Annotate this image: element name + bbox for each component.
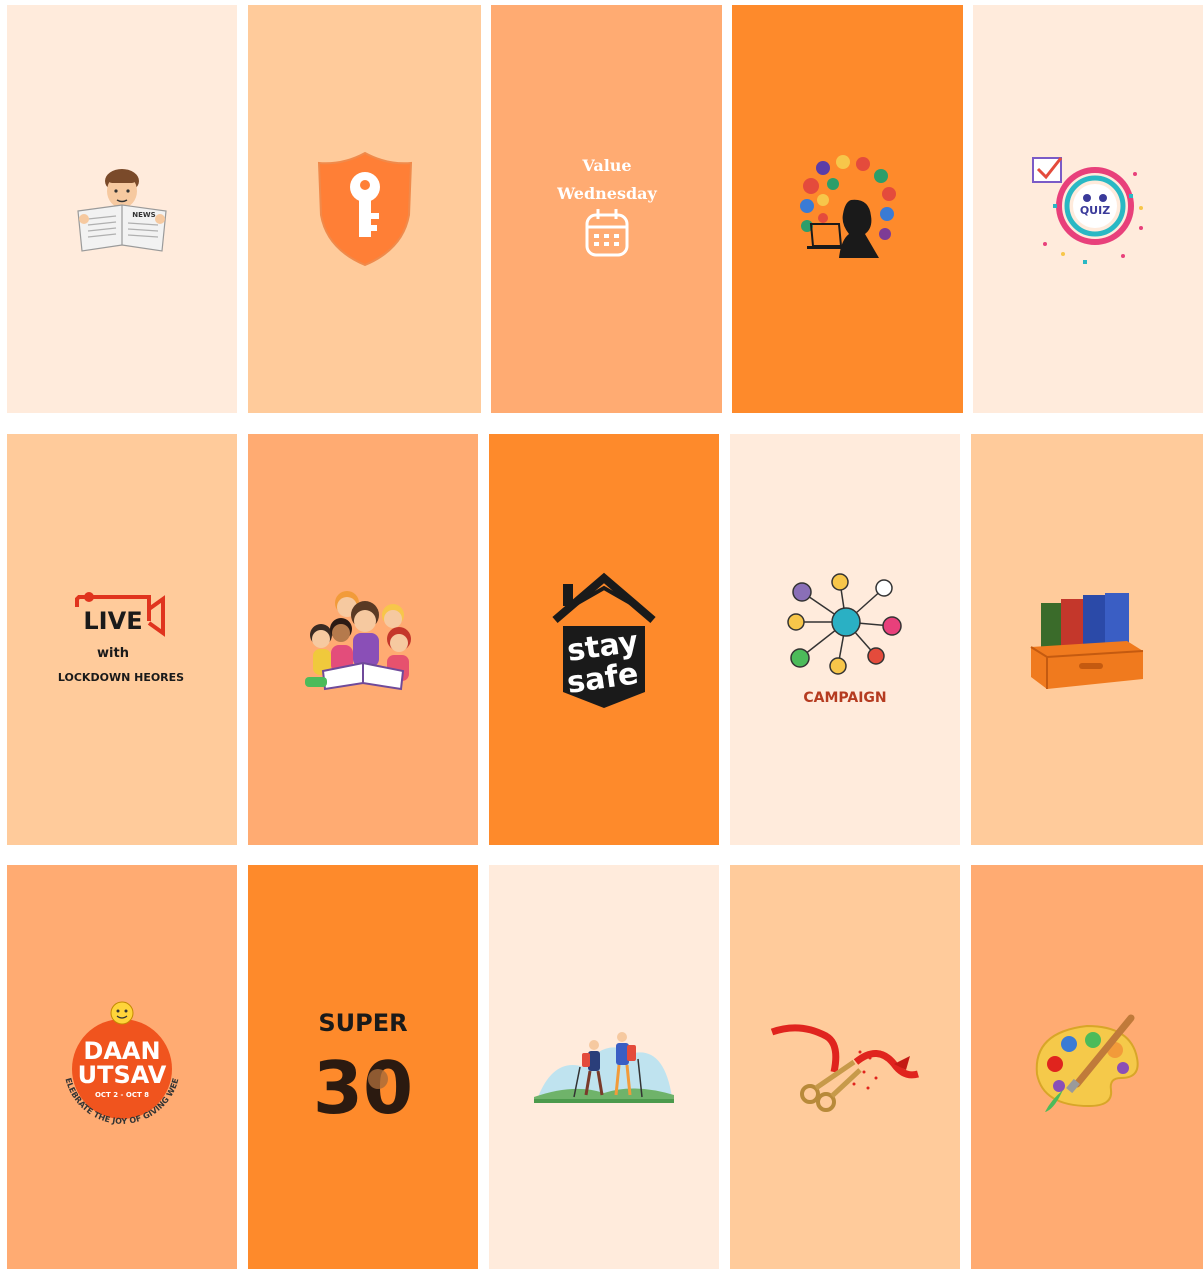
news-label: NEWS [132, 211, 155, 219]
tile-daan-utsav[interactable]: DAAN UTSAV OCT 2 - OCT 8 CELEBRATE THE J… [7, 865, 237, 1269]
tile-quiz[interactable]: QUIZ [973, 5, 1203, 413]
scissors-icon [770, 1024, 919, 1112]
quiz-label: QUIZ [1080, 204, 1110, 217]
tile-hiking[interactable] [489, 865, 719, 1269]
tile-live-lockdown-heroes[interactable]: LIVE with LOCKDOWN HEORES [7, 434, 237, 845]
value-wednesday-line1: Value [581, 156, 631, 175]
value-wednesday-graphic: Value Wednesday [556, 156, 657, 257]
tile-news-reader[interactable]: NEWS [7, 5, 237, 413]
books-icon [1030, 592, 1144, 689]
super-30-icon: SUPER 30 [313, 1009, 413, 1127]
campaign-label: CAMPAIGN [803, 690, 886, 706]
quiz-icon: QUIZ [1032, 157, 1143, 264]
daan-utsav-graphic: DAAN UTSAV OCT 2 - OCT 8 CELEBRATE THE J… [52, 997, 180, 1126]
hikers-icon [534, 1032, 674, 1103]
student-laptop-icon [799, 155, 896, 258]
tile-safety-shield[interactable] [248, 5, 481, 413]
live-label: LIVE [83, 607, 142, 635]
tile-ribbon-cutting[interactable] [730, 865, 960, 1269]
lockdown-heroes-label: LOCKDOWN HEORES [58, 671, 184, 684]
palette-icon [1035, 1014, 1139, 1112]
stay-safe-graphic: stay safe [552, 572, 656, 708]
tile-stay-safe[interactable]: stay safe [489, 434, 719, 845]
value-wednesday-line2: Wednesday [556, 184, 657, 203]
live-lockdown-graphic: LIVE with LOCKDOWN HEORES [58, 591, 184, 684]
tile-campaign[interactable]: CAMPAIGN [730, 434, 960, 845]
utsav-label: UTSAV [78, 1061, 167, 1089]
daan-utsav-dates: OCT 2 - OCT 8 [95, 1091, 149, 1099]
live-with-label: with [97, 646, 129, 661]
tile-value-wednesday[interactable]: Value Wednesday [491, 5, 722, 413]
calendar-icon [585, 209, 628, 257]
tile-kids-reading[interactable] [248, 434, 478, 845]
thirty-label: 30 [313, 1046, 413, 1127]
tile-library-books[interactable] [971, 434, 1203, 845]
house-icon [552, 572, 656, 623]
tile-art-palette[interactable] [971, 865, 1203, 1269]
smiley-icon [110, 1001, 134, 1025]
super-label: SUPER [318, 1009, 407, 1037]
shield-key-icon [317, 151, 412, 267]
news-reader-icon: NEWS [77, 169, 167, 252]
campaign-graphic: CAMPAIGN [787, 572, 902, 706]
tile-super-30[interactable]: SUPER 30 [248, 865, 478, 1269]
kids-reading-icon [305, 590, 411, 690]
tile-digital-learning[interactable] [732, 5, 963, 413]
